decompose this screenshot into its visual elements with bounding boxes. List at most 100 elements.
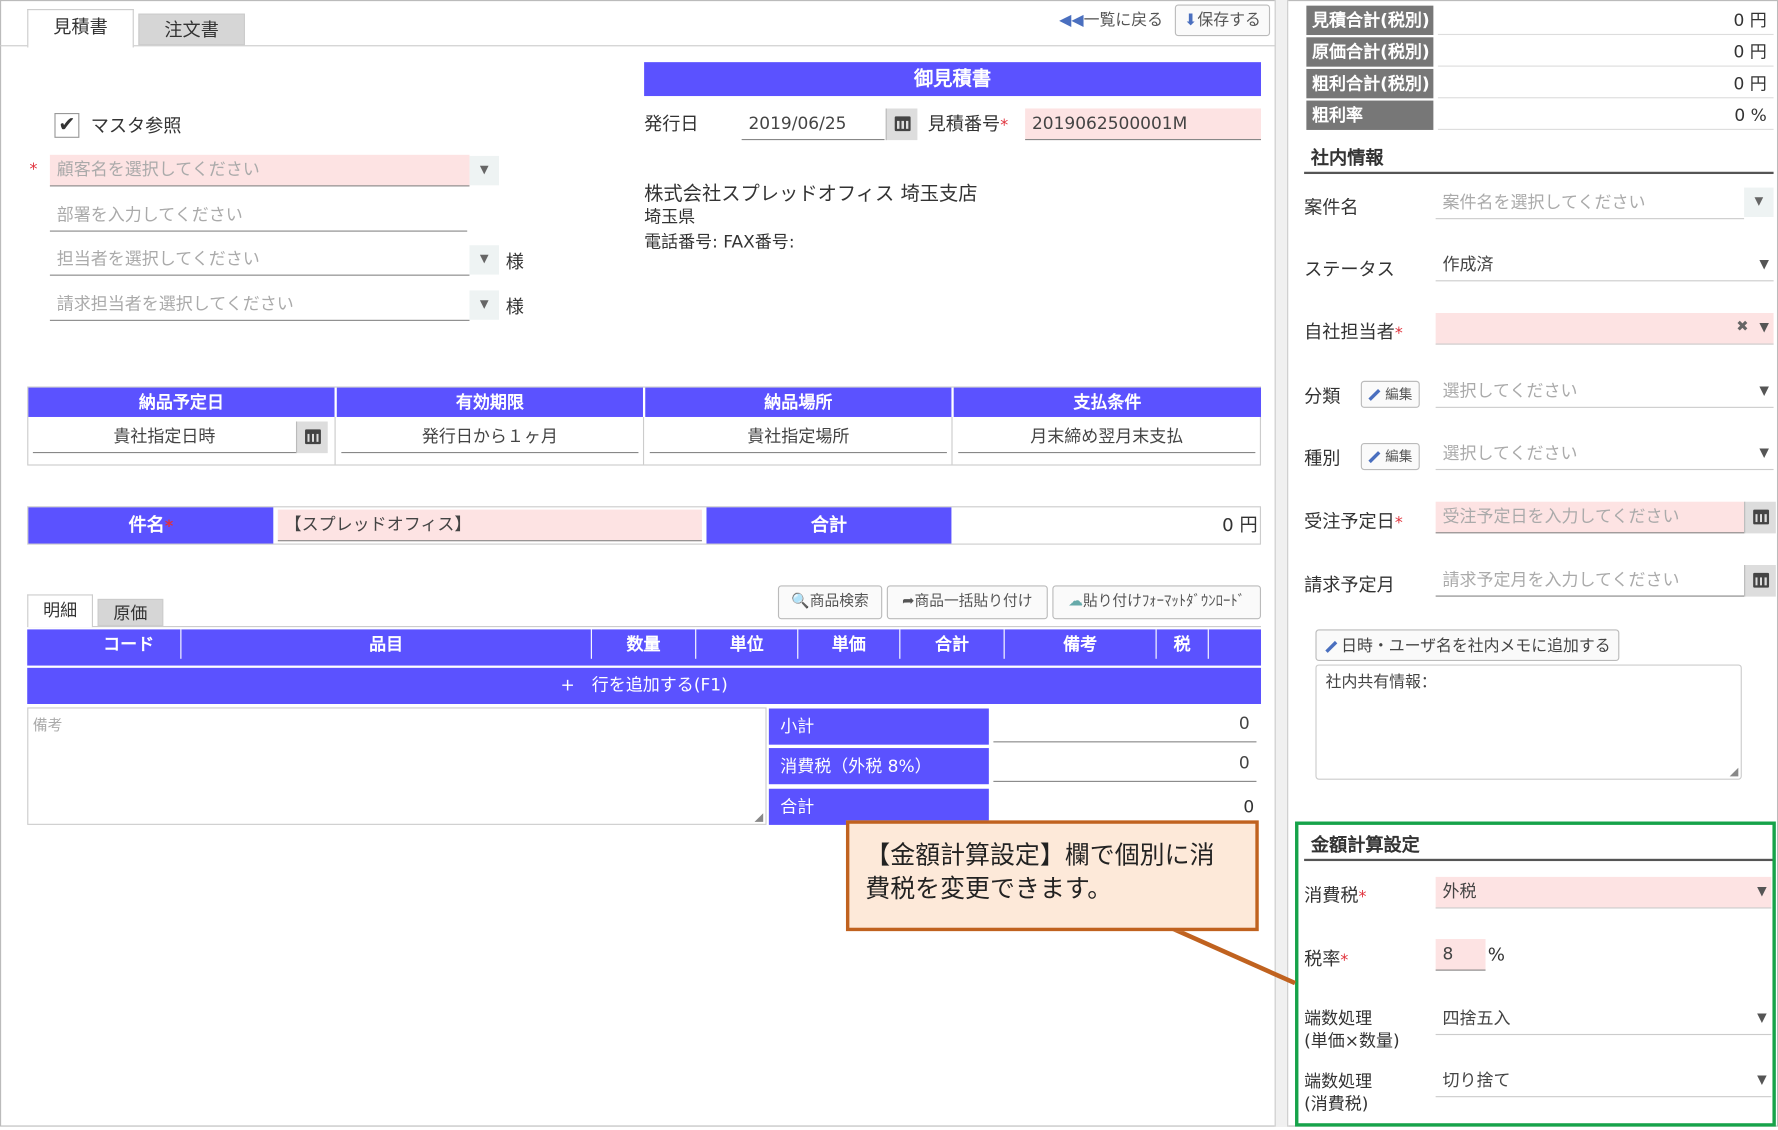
- project-dropdown-button[interactable]: ▼: [1744, 187, 1774, 217]
- save-button[interactable]: ⬇保存する: [1174, 4, 1271, 37]
- caret-down-icon: ▼: [1759, 256, 1770, 272]
- quote-number-label: 見積番号*: [928, 108, 1009, 135]
- add-row-button[interactable]: + 行を追加する(F1): [27, 667, 1262, 704]
- type-placeholder: 選択してください: [1442, 442, 1578, 464]
- delivery-date-input[interactable]: 貴社指定日時: [32, 421, 296, 454]
- add-memo-button[interactable]: 日時・ユーザ名を社内メモに追加する: [1315, 629, 1620, 662]
- summary-cost-total-label: 原価合計(税別): [1306, 37, 1434, 67]
- calendar-icon[interactable]: [1744, 565, 1776, 597]
- resize-grip-icon[interactable]: ◢: [754, 811, 763, 823]
- col-unit-price: 単価: [798, 629, 901, 659]
- tab-order[interactable]: 注文書: [138, 13, 245, 46]
- category-edit-button[interactable]: 編集: [1360, 380, 1420, 408]
- terms-header-payment: 支払条件: [953, 387, 1262, 417]
- order-date-label: 受注予定日*: [1304, 506, 1403, 533]
- billing-contact-select[interactable]: 請求担当者を選択してください: [49, 289, 470, 321]
- format-download-label: 貼り付けﾌｫｰﾏｯﾄﾀﾞｳﾝﾛｰﾄﾞ: [1082, 593, 1246, 611]
- customer-select[interactable]: 顧客名を選択してください: [49, 154, 470, 187]
- back-link[interactable]: ◀◀一覧に戻る: [1059, 7, 1163, 34]
- bulk-paste-button[interactable]: ➦商品一括貼り付け: [886, 585, 1048, 620]
- clear-icon[interactable]: ✖: [1736, 313, 1748, 342]
- calendar-icon[interactable]: [885, 108, 918, 141]
- status-select[interactable]: 作成済 ▼: [1435, 249, 1774, 282]
- company-phone-fax: 電話番号: FAX番号:: [644, 231, 795, 252]
- category-select[interactable]: 選択してください ▼: [1435, 376, 1774, 408]
- owner-select[interactable]: ✖ ▼: [1435, 313, 1774, 345]
- internal-memo-text: 社内共有情報：: [1325, 673, 1437, 692]
- summary-margin-label: 粗利率: [1306, 100, 1434, 130]
- tab-cost[interactable]: 原価: [97, 598, 164, 627]
- customer-select-placeholder: 顧客名を選択してください: [56, 159, 260, 180]
- summary-gross-profit-value: 0 円: [1437, 69, 1774, 99]
- contact-honorific: 様: [505, 250, 524, 273]
- contact-dropdown-button[interactable]: ▼: [469, 245, 499, 275]
- subject-label-text: 件名: [128, 514, 165, 536]
- owner-label-text: 自社担当者: [1304, 320, 1395, 343]
- format-download-button[interactable]: ☁貼り付けﾌｫｰﾏｯﾄﾀﾞｳﾝﾛｰﾄﾞ: [1052, 585, 1262, 620]
- terms-header-delivery-place: 納品場所: [645, 387, 952, 417]
- required-mark: *: [29, 160, 38, 179]
- department-placeholder: 部署を入力してください: [56, 204, 243, 225]
- col-unit: 単位: [696, 629, 799, 659]
- download-icon: ⬇: [1184, 11, 1198, 30]
- delivery-place-input[interactable]: 貴社指定場所: [649, 421, 947, 454]
- quote-number-input[interactable]: 2019062500001M: [1025, 108, 1262, 141]
- col-tax: 税: [1157, 629, 1209, 659]
- validity-input[interactable]: 発行日から１ヶ月: [341, 421, 639, 454]
- customer-dropdown-button[interactable]: ▼: [469, 155, 499, 186]
- col-code: コード: [77, 629, 182, 659]
- share-arrow-icon: ➦: [902, 593, 915, 611]
- calendar-icon[interactable]: [295, 421, 328, 454]
- department-input[interactable]: 部署を入力してください: [49, 200, 468, 232]
- subject-label: 件名*: [28, 507, 274, 544]
- notes-placeholder: 備考: [32, 717, 63, 735]
- type-select[interactable]: 選択してください ▼: [1435, 438, 1774, 471]
- tab-quote[interactable]: 見積書: [27, 9, 134, 48]
- tax-label: 消費税（外税 8%）: [768, 748, 989, 785]
- subject-total-label: 合計: [706, 507, 952, 544]
- tab-detail-label: 明細: [43, 600, 78, 621]
- order-date-input[interactable]: 受注予定日を入力してください: [1435, 501, 1745, 534]
- issue-date-input[interactable]: 2019/06/25: [741, 108, 885, 141]
- notes-textarea[interactable]: 備考 ◢: [27, 707, 767, 825]
- payment-terms-input[interactable]: 月末締め翌月末支払: [958, 421, 1256, 454]
- subject-total-value: 0 円: [1222, 514, 1258, 536]
- terms-header-delivery-date: 納品予定日: [28, 387, 335, 417]
- add-memo-label: 日時・ユーザ名を社内メモに追加する: [1341, 637, 1611, 656]
- internal-info-heading: 社内情報: [1304, 145, 1774, 175]
- company-name: 株式会社スプレッドオフィス 埼玉支店: [644, 183, 978, 206]
- order-date-placeholder: 受注予定日を入力してください: [1442, 506, 1680, 527]
- required-mark: *: [1394, 324, 1403, 343]
- internal-memo-textarea[interactable]: 社内共有情報： ◢: [1315, 664, 1742, 780]
- project-select[interactable]: 案件名を選択してください: [1435, 187, 1745, 220]
- master-ref-checkbox[interactable]: ✔: [54, 113, 80, 138]
- tax-value: 0: [993, 748, 1257, 782]
- contact-select[interactable]: 担当者を選択してください: [49, 244, 470, 276]
- col-amount: 合計: [900, 629, 1005, 659]
- quote-number-label-text: 見積番号: [927, 113, 1001, 135]
- caret-down-icon: ▼: [1759, 319, 1770, 335]
- subject-input[interactable]: 【スプレッドオフィス】: [277, 509, 702, 542]
- tab-detail[interactable]: 明細: [27, 594, 93, 628]
- back-link-label: 一覧に戻る: [1083, 11, 1163, 30]
- type-label: 種別: [1304, 447, 1341, 469]
- required-mark: *: [1394, 514, 1403, 533]
- billing-contact-dropdown-button[interactable]: ▼: [469, 290, 499, 320]
- subtotal-label: 小計: [768, 708, 989, 745]
- resize-grip-icon[interactable]: ◢: [1730, 766, 1739, 778]
- search-icon: 🔍: [791, 593, 810, 611]
- type-edit-button[interactable]: 編集: [1360, 442, 1420, 471]
- billing-contact-placeholder: 請求担当者を選択してください: [56, 293, 294, 315]
- bulk-paste-label: 商品一括貼り付け: [914, 593, 1033, 611]
- billing-month-input[interactable]: 請求予定月を入力してください: [1435, 565, 1745, 597]
- calendar-icon[interactable]: [1744, 501, 1776, 534]
- tab-quote-label: 見積書: [53, 15, 108, 38]
- tab-cost-label: 原価: [113, 603, 148, 624]
- double-left-arrow-icon: ◀◀: [1059, 11, 1084, 30]
- summary-quote-total-value: 0 円: [1437, 6, 1774, 36]
- calc-settings-highlight: [1295, 821, 1776, 1127]
- terms-table: 納品予定日 有効期限 納品場所 支払条件 貴社指定日時 発行日から１ヶ月 貴社指…: [27, 386, 1262, 466]
- caret-down-icon: ▼: [1759, 445, 1770, 460]
- product-search-button[interactable]: 🔍商品検索: [777, 585, 883, 620]
- category-placeholder: 選択してください: [1442, 380, 1578, 402]
